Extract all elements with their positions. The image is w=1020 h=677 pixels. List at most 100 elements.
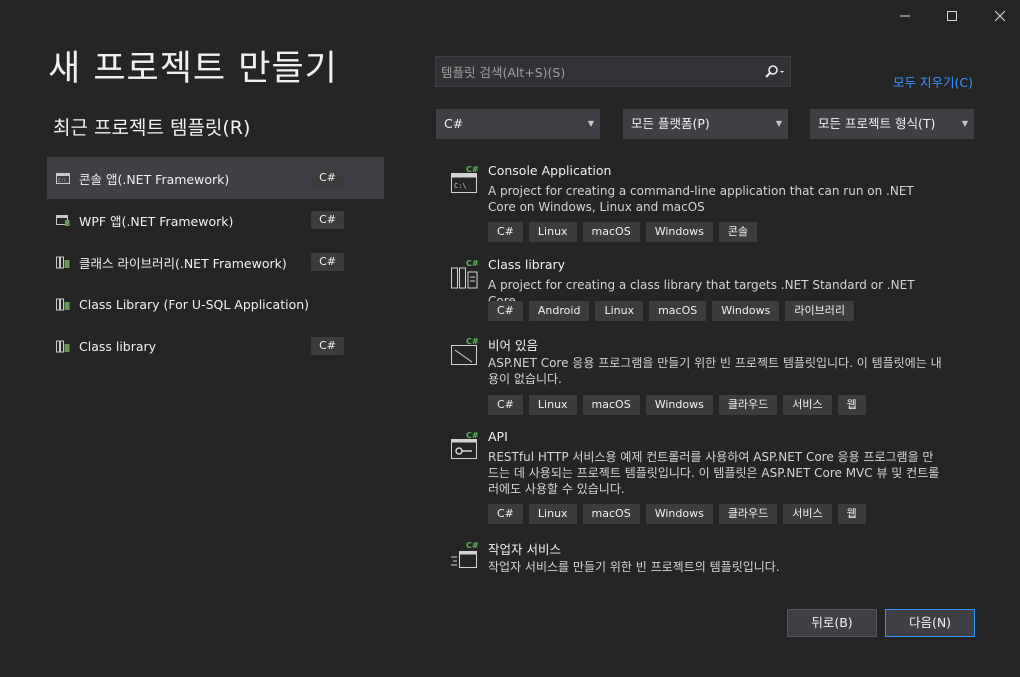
template-item-empty[interactable]: C# 비어 있음 ASP.NET Core 응용 프로그램을 만들기 위한 빈 … bbox=[436, 330, 956, 424]
tag: Windows bbox=[645, 395, 713, 415]
project-type-filter-value: 모든 프로젝트 형식(T) bbox=[818, 116, 936, 131]
back-button[interactable]: 뒤로(B) bbox=[787, 609, 877, 637]
recent-item-class-library-netfx[interactable]: 클래스 라이브러리(.NET Framework) C# bbox=[47, 241, 384, 283]
template-name: 작업자 서비스 bbox=[488, 542, 561, 557]
tag: Linux bbox=[528, 504, 577, 524]
language-badge: C# bbox=[311, 169, 344, 187]
template-name: Console Application bbox=[488, 163, 612, 178]
template-item-console-application[interactable]: C# C:\ Console Application A project for … bbox=[436, 158, 956, 252]
minimize-button[interactable] bbox=[889, 4, 921, 28]
platform-filter-dropdown[interactable]: 모든 플랫폼(P) ▼ bbox=[623, 109, 788, 139]
svg-text:C:\: C:\ bbox=[58, 178, 66, 184]
tag: macOS bbox=[649, 301, 707, 321]
template-search-input[interactable] bbox=[436, 57, 763, 88]
recent-item-label: 콘솔 앱(.NET Framework) bbox=[79, 171, 230, 187]
tag: 웹 bbox=[837, 395, 866, 415]
template-tags: C# Android Linux macOS Windows 라이브러리 bbox=[488, 301, 854, 321]
svg-text:C#: C# bbox=[466, 259, 479, 268]
usql-library-icon bbox=[56, 298, 70, 310]
svg-text:C#: C# bbox=[466, 431, 479, 440]
recent-templates-list: C:\ 콘솔 앱(.NET Framework) C# WPF 앱(.NET F… bbox=[47, 157, 384, 367]
tag: 클라우드 bbox=[718, 504, 778, 524]
svg-text:C:\: C:\ bbox=[454, 182, 467, 190]
platform-filter-value: 모든 플랫폼(P) bbox=[631, 116, 710, 131]
recent-item-label: WPF 앱(.NET Framework) bbox=[79, 213, 234, 229]
tag: C# bbox=[488, 222, 523, 242]
tag: 서비스 bbox=[783, 395, 832, 415]
page-title: 새 프로젝트 만들기 bbox=[48, 49, 338, 89]
chevron-down-icon: ▼ bbox=[587, 119, 594, 128]
language-badge: C# bbox=[311, 253, 344, 271]
svg-text:C#: C# bbox=[466, 541, 479, 550]
worker-service-icon: C# bbox=[451, 541, 479, 568]
tag: macOS bbox=[582, 504, 640, 524]
template-name: 비어 있음 bbox=[488, 338, 538, 353]
tag: C# bbox=[488, 395, 523, 415]
tag: 콘솔 bbox=[718, 222, 758, 242]
template-item-worker-service[interactable]: C# 작업자 서비스 작업자 서비스를 만들기 위한 빈 프로젝트의 템플릿입니… bbox=[436, 534, 956, 578]
language-filter-value: C# bbox=[444, 116, 464, 131]
tag: macOS bbox=[582, 222, 640, 242]
template-description: 작업자 서비스를 만들기 위한 빈 프로젝트의 템플릿입니다. bbox=[488, 560, 780, 574]
class-library-icon bbox=[56, 256, 70, 268]
tag: C# bbox=[488, 504, 523, 524]
template-item-class-library[interactable]: C# Class library A project for creating … bbox=[436, 252, 956, 330]
minimize-icon bbox=[900, 15, 910, 17]
recent-item-label: 클래스 라이브러리(.NET Framework) bbox=[79, 255, 287, 271]
recent-item-console-app[interactable]: C:\ 콘솔 앱(.NET Framework) C# bbox=[47, 157, 384, 199]
tag: Android bbox=[528, 301, 590, 321]
console-application-icon: C# C:\ bbox=[451, 165, 479, 193]
class-library-icon bbox=[56, 340, 70, 352]
tag: 클라우드 bbox=[718, 395, 778, 415]
class-library-icon: C# bbox=[451, 259, 479, 289]
maximize-button[interactable] bbox=[936, 4, 968, 28]
tag: 웹 bbox=[837, 504, 866, 524]
api-icon: C# bbox=[451, 431, 479, 459]
template-tags: C# Linux macOS Windows 클라우드 서비스 웹 bbox=[488, 395, 866, 415]
chevron-down-icon: ▼ bbox=[775, 119, 782, 128]
close-icon bbox=[994, 10, 1006, 22]
recent-item-class-library[interactable]: Class library C# bbox=[47, 325, 384, 367]
search-icon bbox=[765, 65, 784, 78]
close-button[interactable] bbox=[984, 4, 1016, 28]
console-app-icon: C:\ bbox=[56, 172, 70, 184]
template-tags: C# Linux macOS Windows 클라우드 서비스 웹 bbox=[488, 504, 866, 524]
next-button[interactable]: 다음(N) bbox=[885, 609, 975, 637]
tag: Linux bbox=[595, 301, 644, 321]
recent-item-label: Class library bbox=[79, 338, 157, 354]
recent-item-wpf-app[interactable]: WPF 앱(.NET Framework) C# bbox=[47, 199, 384, 241]
tag: 서비스 bbox=[783, 504, 832, 524]
language-badge: C# bbox=[311, 337, 344, 355]
recent-item-usql-library[interactable]: Class Library (For U-SQL Application) bbox=[47, 283, 384, 325]
empty-web-icon: C# bbox=[451, 337, 479, 365]
template-description: A project for creating a command-line ap… bbox=[488, 184, 914, 214]
tag: C# bbox=[488, 301, 523, 321]
tag: Linux bbox=[528, 395, 577, 415]
template-tags: C# Linux macOS Windows 콘솔 bbox=[488, 222, 758, 242]
chevron-down-icon: ▼ bbox=[961, 119, 968, 128]
tag: Windows bbox=[645, 504, 713, 524]
template-item-api[interactable]: C# API RESTful HTTP 서비스용 예제 컨트롤러를 사용하여 A… bbox=[436, 424, 956, 538]
language-filter-dropdown[interactable]: C# ▼ bbox=[436, 109, 600, 139]
tag: macOS bbox=[582, 395, 640, 415]
project-type-filter-dropdown[interactable]: 모든 프로젝트 형식(T) ▼ bbox=[810, 109, 974, 139]
wpf-app-icon bbox=[56, 214, 70, 226]
template-name: Class library bbox=[488, 257, 566, 272]
tag: 라이브러리 bbox=[785, 301, 854, 321]
template-search-box bbox=[435, 56, 791, 88]
language-badge: C# bbox=[311, 211, 344, 229]
template-name: API bbox=[488, 429, 508, 444]
tag: Linux bbox=[528, 222, 577, 242]
recent-item-label: Class Library (For U-SQL Application) bbox=[79, 296, 310, 312]
clear-all-link[interactable]: 모두 지우기(C) bbox=[893, 72, 973, 91]
maximize-icon bbox=[947, 11, 957, 21]
template-description: RESTful HTTP 서비스용 예제 컨트롤러를 사용하여 ASP.NET … bbox=[488, 450, 940, 496]
template-list: C# C:\ Console Application A project for … bbox=[436, 158, 956, 578]
recent-templates-heading: 최근 프로젝트 템플릿(R) bbox=[53, 117, 251, 139]
template-description: ASP.NET Core 응용 프로그램을 만들기 위한 빈 프로젝트 템플릿입… bbox=[488, 356, 942, 386]
svg-text:C#: C# bbox=[466, 337, 479, 346]
search-button[interactable] bbox=[762, 63, 788, 81]
tag: Windows bbox=[712, 301, 780, 321]
tag: Windows bbox=[645, 222, 713, 242]
svg-text:C#: C# bbox=[466, 165, 479, 174]
